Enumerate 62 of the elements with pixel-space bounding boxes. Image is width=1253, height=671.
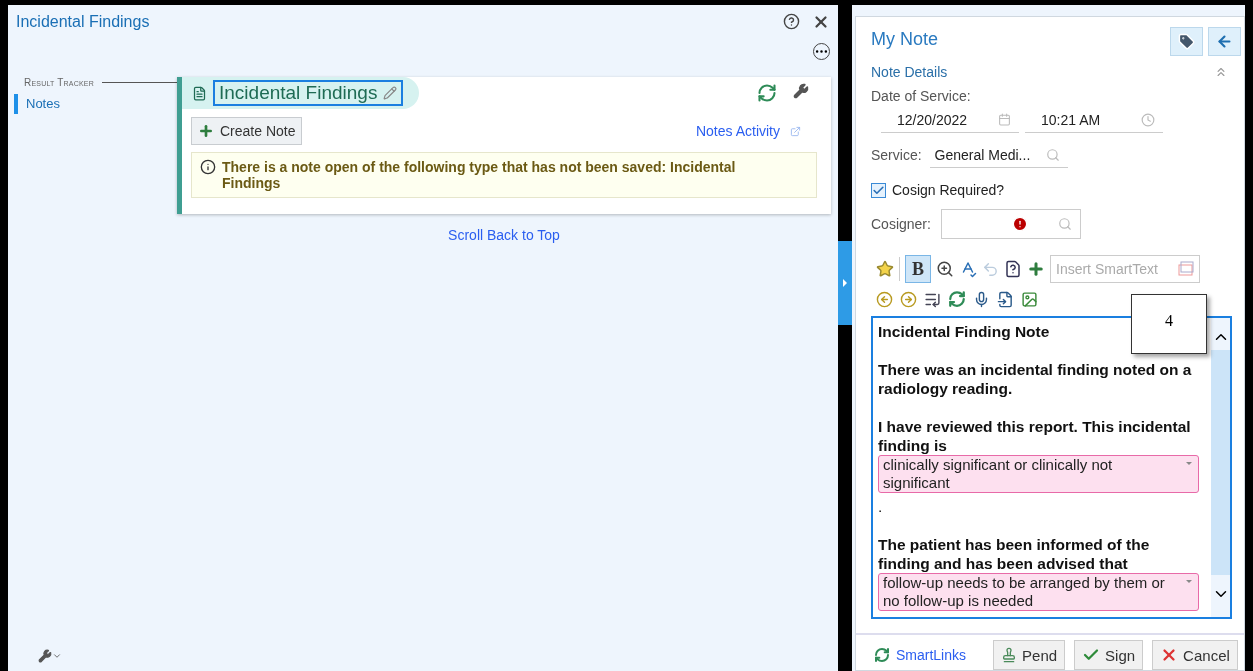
field-label: Service:	[871, 147, 922, 163]
close-icon[interactable]	[812, 13, 830, 31]
section-label: Result Tracker	[24, 77, 94, 88]
field-label: Cosigner:	[871, 216, 931, 232]
service-field[interactable]: General Medi...	[929, 142, 1068, 168]
refresh-icon[interactable]	[948, 290, 966, 308]
title-text: Incidental Findings	[219, 82, 378, 104]
import-icon[interactable]	[997, 290, 1014, 308]
collapse-handle[interactable]	[838, 241, 852, 325]
microphone-icon[interactable]	[973, 290, 990, 308]
pencil-icon[interactable]	[383, 86, 398, 100]
section-title: Note Details	[871, 64, 948, 80]
stamp-icon	[1001, 647, 1018, 663]
cosign-checkbox[interactable]	[871, 182, 886, 198]
add-icon[interactable]	[1027, 260, 1045, 278]
sign-button[interactable]: Sign	[1074, 640, 1144, 670]
note-paragraph: I have reviewed this report. This incidental finding is	[878, 417, 1192, 455]
tag-button[interactable]	[1170, 27, 1203, 56]
external-icon	[790, 125, 801, 137]
note-title: My Note	[871, 29, 939, 51]
time-field[interactable]: 10:21 AM	[1025, 107, 1163, 133]
field-label: Date of Service:	[871, 88, 972, 104]
note-editor[interactable]	[871, 316, 1232, 619]
wrench-icon[interactable]	[793, 83, 809, 99]
arrow-left-icon	[1216, 33, 1233, 50]
window-icon	[1178, 261, 1194, 277]
cancel-button[interactable]: Cancel	[1152, 640, 1238, 670]
next-icon[interactable]	[900, 290, 917, 308]
card-title[interactable]: Incidental Findings	[213, 80, 404, 106]
previous-icon[interactable]	[876, 290, 893, 308]
info-icon	[200, 159, 216, 175]
image-icon[interactable]	[1021, 290, 1038, 308]
note-text: .	[878, 497, 883, 516]
create-note-button[interactable]: Create Note	[191, 117, 303, 145]
help-document-icon[interactable]	[1004, 260, 1022, 278]
back-button[interactable]	[1208, 27, 1241, 56]
refresh-icon[interactable]	[757, 83, 777, 103]
smartlist-dropdown[interactable]: follow-up needs to be arranged by them or no follow-up is needed	[878, 573, 1199, 611]
star-icon[interactable]	[876, 260, 894, 278]
cosigner-field[interactable]	[940, 209, 1081, 239]
tag-icon	[1178, 33, 1195, 50]
tools-menu-icon[interactable]	[38, 649, 62, 663]
activity-title: Incidental Findings	[16, 13, 150, 32]
plus-icon	[198, 123, 214, 139]
scroll-top-link[interactable]: Scroll Back to Top	[448, 227, 560, 243]
callout-box: 4	[1131, 294, 1207, 354]
notes-activity-link[interactable]: Notes Activity	[695, 123, 780, 139]
note-heading: Incidental Finding Note	[878, 322, 1050, 341]
note-paragraph: The patient has been informed of the finding and has been advised that	[878, 535, 1151, 573]
refresh-icon	[874, 647, 890, 663]
checkbox-label: Cosign Required?	[892, 182, 1005, 198]
note-paragraph: There was an incidental finding noted on a radiology reading.	[878, 360, 1193, 398]
smartlinks-link[interactable]: SmartLinks	[874, 647, 967, 663]
smartlist-dropdown[interactable]: clinically significant or clinically not significant	[878, 455, 1199, 493]
scroll-thumb[interactable]	[1211, 350, 1230, 575]
note-icon	[192, 85, 207, 101]
zoom-icon[interactable]	[936, 260, 954, 278]
bold-button[interactable]: B	[905, 255, 931, 283]
alert-text: There is a note open of the following type that has not been saved: Incidental Findings	[222, 159, 737, 191]
date-field[interactable]: 12/20/2022	[881, 107, 1019, 133]
help-icon[interactable]	[783, 13, 800, 30]
pend-button[interactable]: Pend	[993, 640, 1066, 670]
